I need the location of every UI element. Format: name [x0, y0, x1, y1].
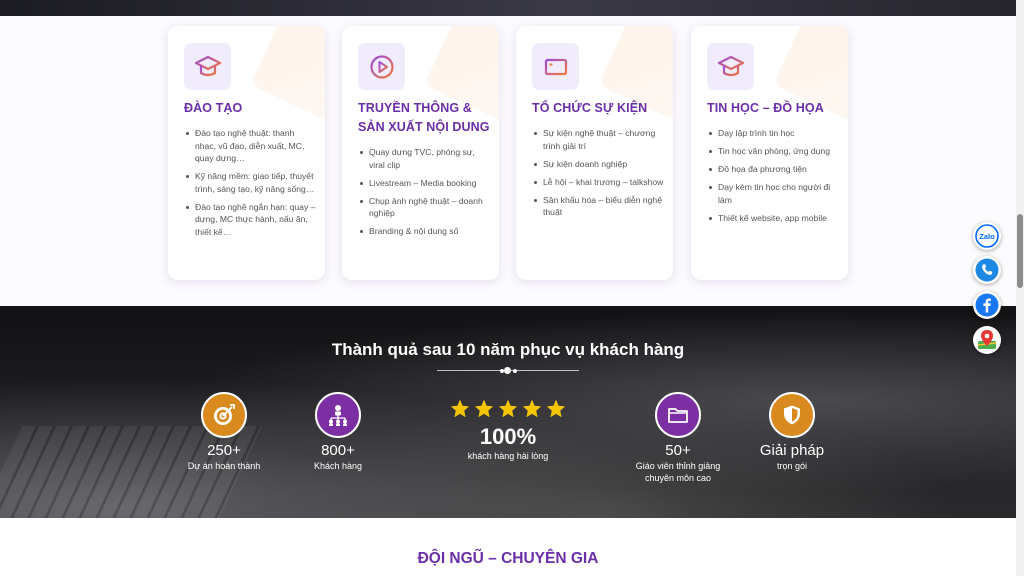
service-card-title: TỔ CHỨC SỰ KIỆN — [532, 99, 667, 118]
stat-label: Dự án hoàn thành — [187, 461, 261, 471]
team-section-title: ĐỘI NGŨ – CHUYÊN GIA — [417, 550, 599, 567]
stat-solution: Giải pháp trọn gói — [742, 392, 842, 472]
divider-dot — [504, 367, 511, 374]
star-icon — [522, 399, 542, 418]
list-item: Sự kiện nghệ thuật – chương trình giải t… — [532, 127, 664, 152]
target-icon — [201, 392, 247, 438]
stat-teachers: 50+ Giáo viên thỉnh giảng chuyên môn cao — [618, 392, 738, 484]
shield-icon — [769, 392, 815, 438]
phone-icon — [975, 258, 999, 282]
star-icon — [450, 399, 470, 418]
list-item: Livestream – Media booking — [358, 177, 490, 190]
achievements-title: Thành quả sau 10 năm phục vụ khách hàng — [331, 340, 685, 359]
divider-dot — [513, 368, 517, 373]
list-item: Đồ họa đa phương tiện — [707, 163, 839, 176]
scrollbar-thumb[interactable] — [1017, 214, 1023, 288]
facebook-icon — [975, 293, 999, 317]
zalo-button[interactable]: Zalo — [973, 222, 1001, 250]
stat-value: 100% — [479, 424, 537, 449]
stat-projects: 250+ Dự án hoàn thành — [174, 392, 274, 472]
star-icon — [498, 399, 518, 418]
service-card-list: Dạy lập trình tin học Tin học văn phòng,… — [707, 127, 839, 230]
folder-icon — [655, 392, 701, 438]
service-card-list: Sự kiện nghệ thuật – chương trình giải t… — [532, 127, 664, 224]
star-icon — [474, 399, 494, 418]
service-card-truyen-thong[interactable]: TRUYỀN THÔNG & SẢN XUẤT NỘI DUNG Quay dự… — [342, 26, 499, 280]
list-item: Chụp ảnh nghệ thuật – doanh nghiệp — [358, 195, 490, 220]
rating-stars — [438, 398, 578, 420]
service-card-list: Quay dựng TVC, phóng sự, viral clip Live… — [358, 146, 490, 243]
map-pin-icon — [977, 330, 997, 349]
stat-value: 800+ — [321, 442, 355, 459]
list-item: Đào tạo nghề ngắn hạn: quay – dựng, MC t… — [184, 201, 316, 239]
service-card-title: ĐÀO TẠO — [184, 99, 319, 118]
list-item: Thiết kế website, app mobile — [707, 212, 839, 225]
achievements-section: Thành quả sau 10 năm phục vụ khách hàng … — [0, 306, 1016, 518]
facebook-button[interactable] — [973, 291, 1001, 319]
page: ĐÀO TẠO Đào tạo nghệ thuật: thanh nhạc, … — [0, 0, 1016, 576]
stat-value: 250+ — [207, 442, 241, 459]
zalo-label: Zalo — [979, 232, 995, 241]
stat-clients: 800+ Khách hàng — [288, 392, 388, 472]
service-card-tin-hoc[interactable]: TIN HỌC – ĐỒ HỌA Dạy lập trình tin học T… — [691, 26, 848, 280]
map-button[interactable] — [973, 326, 1001, 354]
star-icon — [546, 399, 566, 418]
list-item: Dạy kèm tin học cho người đi làm — [707, 181, 839, 206]
service-card-title-line: TIN HỌC – ĐỒ HỌA — [707, 101, 824, 115]
stat-label: khách hàng hài lòng — [467, 451, 549, 461]
list-item: Đào tạo nghệ thuật: thanh nhạc, vũ đạo, … — [184, 127, 316, 165]
stat-label: Khách hàng — [313, 461, 363, 471]
graduation-cap-icon — [184, 43, 231, 90]
stat-label-line: chuyên môn cao — [644, 473, 712, 483]
service-card-su-kien[interactable]: TỔ CHỨC SỰ KIỆN Sự kiện nghệ thuật – chư… — [516, 26, 673, 280]
service-card-list: Đào tạo nghệ thuật: thanh nhạc, vũ đạo, … — [184, 127, 316, 244]
service-card-title-line: TRUYỀN THÔNG & — [358, 101, 472, 115]
service-card-title-line: TỔ CHỨC SỰ KIỆN — [532, 101, 648, 115]
stat-value: 50+ — [665, 442, 691, 459]
phone-button[interactable] — [973, 256, 1001, 284]
list-item: Kỹ năng mềm: giao tiếp, thuyết trình, sá… — [184, 170, 316, 195]
service-card-title: TIN HỌC – ĐỒ HỌA — [707, 99, 842, 118]
stat-label-line: Giáo viên thỉnh giảng — [635, 461, 721, 471]
service-card-title-line: ĐÀO TẠO — [184, 101, 243, 115]
play-circle-icon — [358, 43, 405, 90]
list-item: Tin học văn phòng, ứng dụng — [707, 145, 839, 158]
list-item: Sự kiện doanh nghiệp — [532, 158, 664, 171]
services-section — [0, 16, 1016, 306]
service-card-title-line: SẢN XUẤT NỘI DUNG — [358, 120, 490, 134]
list-item: Dạy lập trình tin học — [707, 127, 839, 140]
hero-banner-bottom-edge — [0, 0, 1016, 16]
list-item: Lễ hội – khai trương – talkshow — [532, 176, 664, 189]
tv-screen-icon — [532, 43, 579, 90]
stat-label: trọn gói — [776, 461, 808, 471]
list-item: Quay dựng TVC, phóng sự, viral clip — [358, 146, 490, 171]
stat-satisfaction: 100% khách hàng hài lòng — [438, 398, 578, 462]
graduation-cap-icon — [707, 43, 754, 90]
network-people-icon — [315, 392, 361, 438]
page-scrollbar[interactable] — [1016, 0, 1024, 576]
stat-value: Giải pháp — [759, 442, 825, 459]
service-card-dao-tao[interactable]: ĐÀO TẠO Đào tạo nghệ thuật: thanh nhạc, … — [168, 26, 325, 280]
list-item: Branding & nội dung số — [358, 225, 490, 238]
list-item: Sân khấu hóa – biểu diễn nghệ thuật — [532, 194, 664, 219]
service-card-title: TRUYỀN THÔNG & SẢN XUẤT NỘI DUNG — [358, 99, 493, 137]
zalo-icon: Zalo — [975, 224, 999, 248]
